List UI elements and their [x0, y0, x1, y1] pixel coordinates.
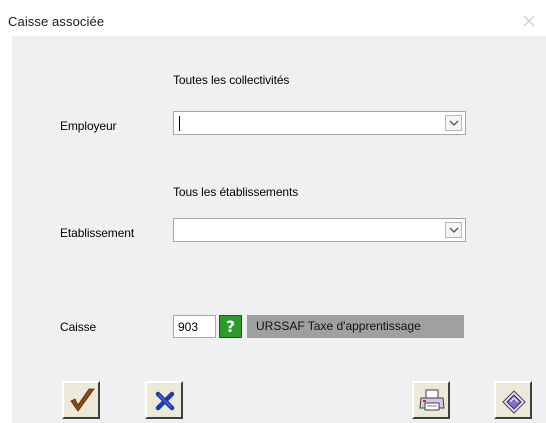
help-icon: ? — [225, 317, 236, 336]
caisse-name-display: URSSAF Taxe d'apprentissage — [247, 315, 464, 338]
printer-icon — [419, 389, 445, 411]
etablissement-select[interactable] — [173, 218, 466, 242]
employeur-dropdown-button[interactable] — [445, 115, 462, 131]
title-bar: Caisse associée — [0, 0, 546, 36]
etablissement-label: Etablissement — [60, 226, 135, 240]
caisse-code-value: 903 — [178, 320, 199, 334]
print-button[interactable] — [412, 381, 450, 419]
close-button[interactable] — [518, 10, 540, 32]
employeur-label: Employeur — [60, 119, 117, 133]
validate-button[interactable] — [62, 381, 100, 419]
chevron-down-icon — [449, 227, 459, 233]
caisse-code-input[interactable]: 903 — [173, 315, 216, 338]
text-caret — [179, 116, 180, 131]
caisse-name-value: URSSAF Taxe d'apprentissage — [256, 319, 421, 333]
caisse-label: Caisse — [60, 320, 97, 334]
chevron-down-icon — [449, 120, 459, 126]
employeur-select[interactable] — [173, 111, 466, 135]
cancel-x-icon — [155, 391, 175, 411]
caisse-help-button[interactable]: ? — [219, 315, 242, 338]
employeur-hint: Toutes les collectivités — [173, 73, 290, 87]
eraser-icon — [502, 390, 526, 414]
close-icon — [523, 15, 535, 27]
window-title: Caisse associée — [8, 14, 105, 29]
caisse-associee-dialog: Caisse associée Toutes les collectivités… — [0, 0, 546, 423]
checkmark-icon — [70, 388, 95, 412]
etablissement-hint: Tous les établissements — [173, 185, 299, 199]
clear-button[interactable] — [494, 381, 532, 419]
etablissement-dropdown-button[interactable] — [445, 222, 462, 238]
cancel-button[interactable] — [145, 381, 183, 419]
